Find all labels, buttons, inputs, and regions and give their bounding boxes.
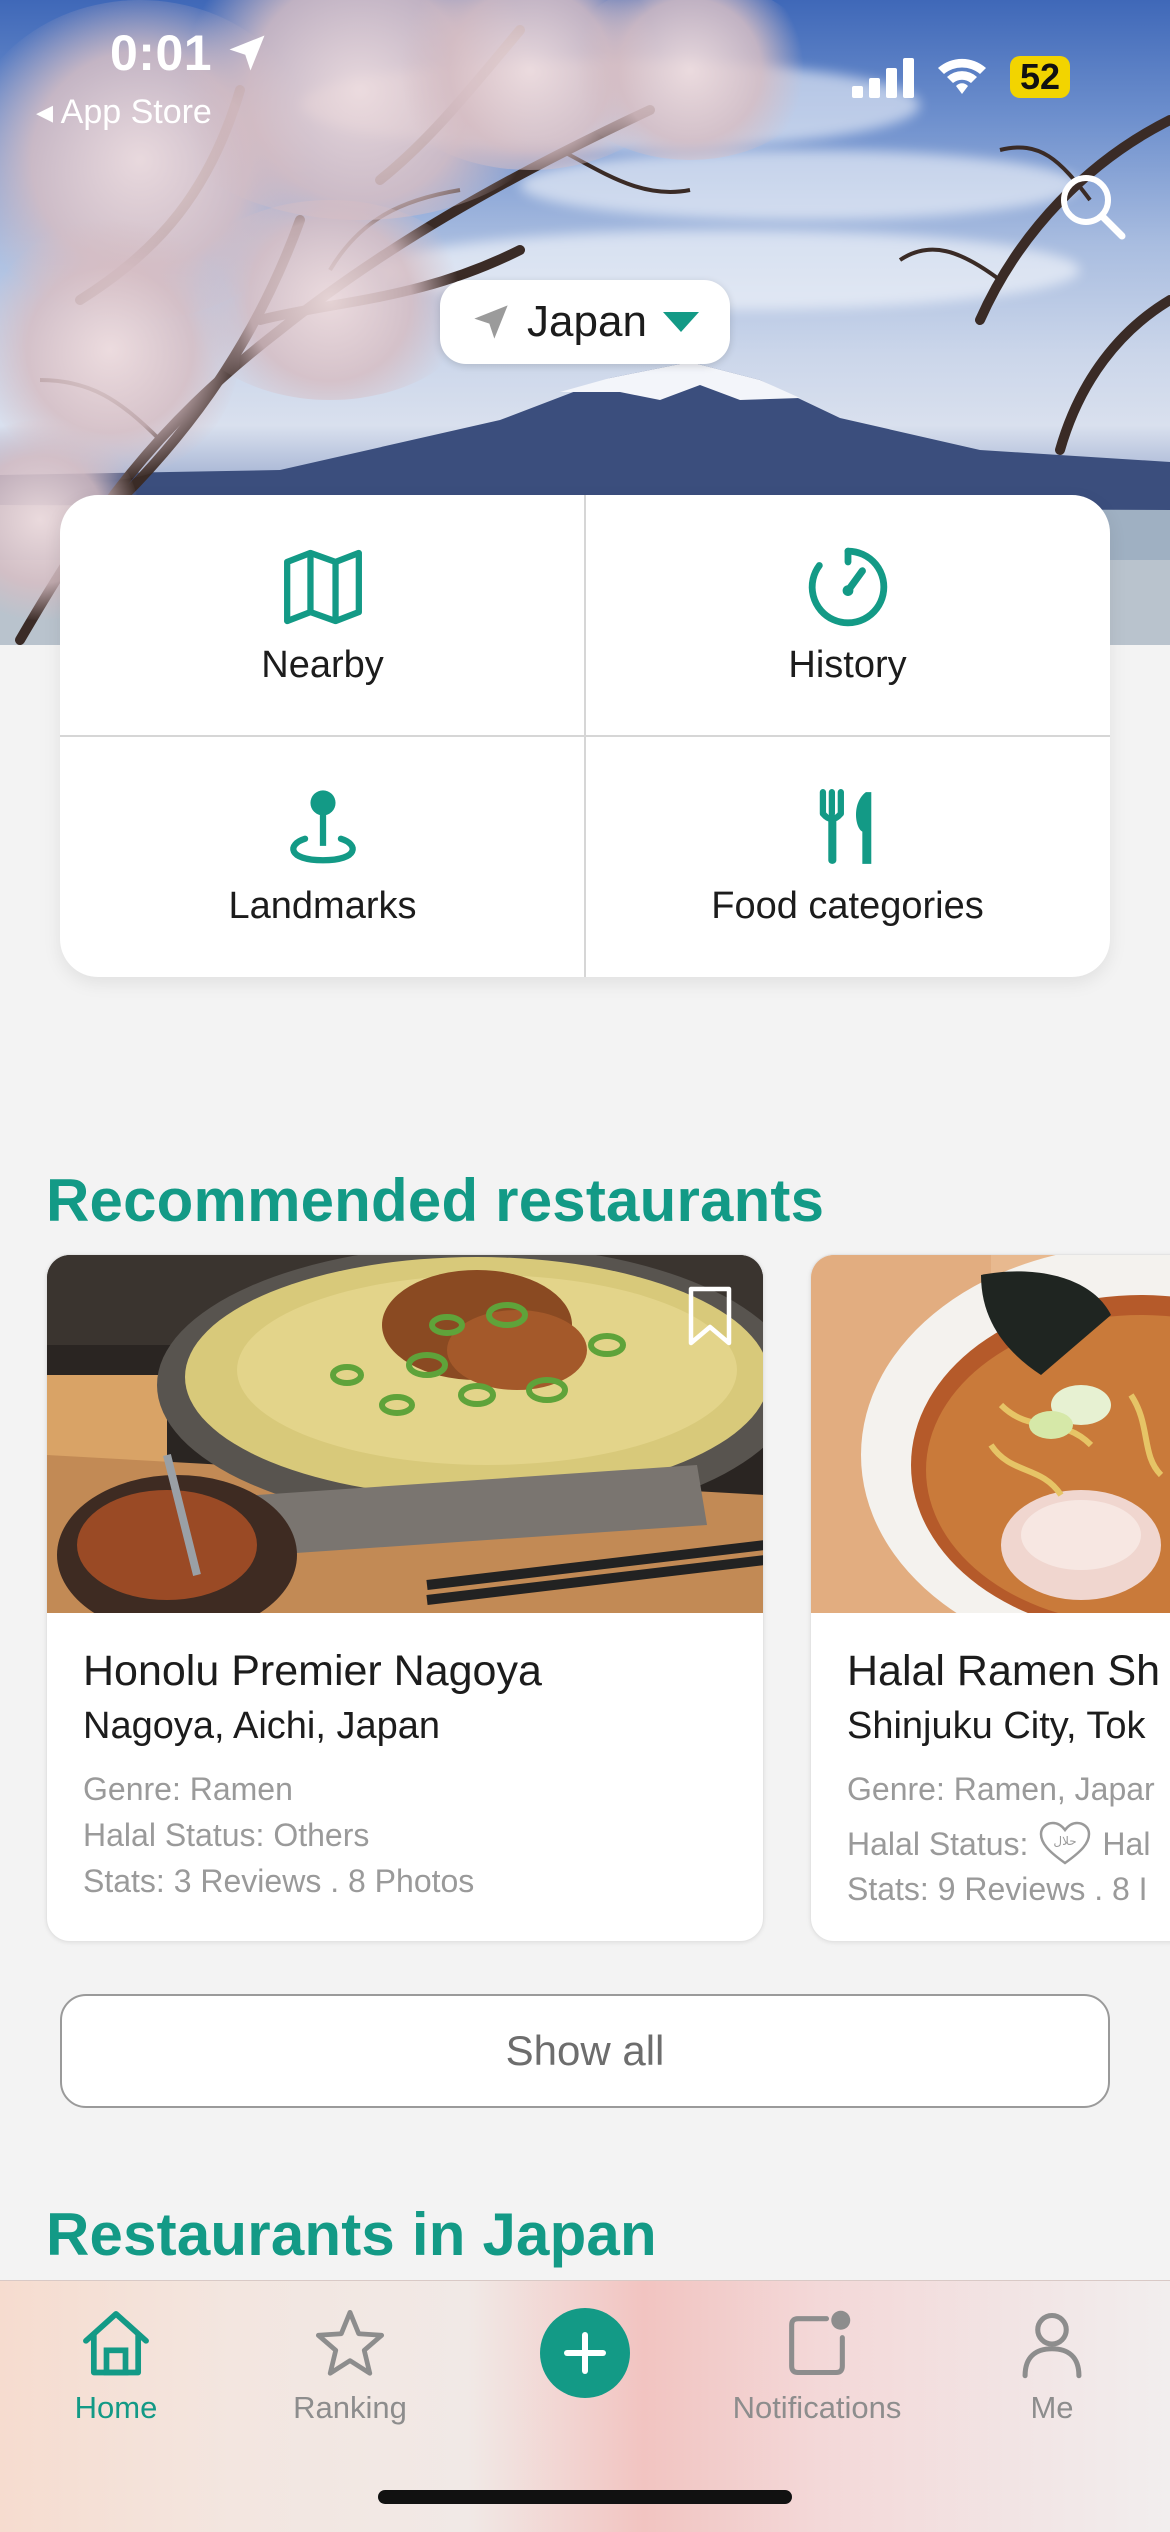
recommended-section-title: Recommended restaurants	[46, 1167, 825, 1234]
navigation-arrow-icon	[474, 305, 508, 339]
home-indicator	[378, 2490, 792, 2504]
country-selector[interactable]: Japan	[440, 280, 730, 364]
country-name: Japan	[527, 297, 647, 346]
profile-icon	[1022, 2312, 1082, 2379]
svg-text:حلال: حلال	[1054, 1834, 1077, 1848]
landmarks-button[interactable]: Landmarks	[60, 736, 585, 977]
status-bar: 0:01 ◂ App Store 52	[0, 0, 1170, 140]
cellular-signal-icon	[852, 58, 914, 98]
restaurant-name: Honolu Premier Nagoya	[83, 1647, 542, 1695]
halal-heart-icon: حلال	[1040, 1821, 1091, 1865]
grid-divider-horizontal	[60, 735, 1110, 737]
tab-home-label: Home	[74, 2390, 158, 2425]
star-icon	[315, 2309, 385, 2376]
wifi-icon	[938, 58, 986, 94]
restaurant-halal-status: Halal Status: Others	[83, 1817, 370, 1853]
show-all-button[interactable]: Show all	[60, 1994, 1110, 2108]
restaurant-name: Halal Ramen Sh	[847, 1647, 1161, 1695]
restaurant-photo	[811, 1255, 1170, 1613]
restaurant-card[interactable]: Halal Ramen Sh Shinjuku City, Tok Genre:…	[810, 1254, 1170, 1942]
restaurant-genre: Genre: Ramen	[83, 1771, 293, 1807]
tab-notifications[interactable]: Notifications	[717, 2306, 917, 2446]
restaurant-stats: Stats: 3 Reviews . 8 Photos	[83, 1863, 475, 1899]
tab-ranking-label: Ranking	[293, 2390, 407, 2425]
app-screen: 0:01 ◂ App Store 52 Japan Nearby History…	[0, 0, 1170, 2532]
search-icon[interactable]	[1056, 170, 1128, 242]
tab-me[interactable]: Me	[952, 2306, 1152, 2446]
history-icon	[808, 547, 887, 627]
tab-home[interactable]: Home	[16, 2306, 216, 2446]
restaurant-genre: Genre: Ramen, Japar	[847, 1771, 1155, 1807]
chevron-down-icon	[662, 312, 699, 332]
restaurant-location: Shinjuku City, Tok	[847, 1705, 1146, 1747]
landmark-pin-icon	[289, 790, 356, 864]
location-arrow-icon	[229, 35, 265, 71]
landmarks-label: Landmarks	[228, 885, 417, 927]
status-time: 0:01	[110, 25, 213, 81]
restaurant-photo	[47, 1255, 763, 1613]
bookmark-icon[interactable]	[687, 1285, 733, 1347]
tab-me-label: Me	[1030, 2390, 1074, 2425]
restaurant-halal-status: Halal Status: حلال Hal	[847, 1821, 1150, 1867]
battery-indicator: 52	[1010, 56, 1070, 98]
food-categories-button[interactable]: Food categories	[585, 736, 1110, 977]
food-categories-label: Food categories	[711, 885, 984, 927]
back-to-app-store-link[interactable]: ◂ App Store	[36, 92, 212, 132]
history-button[interactable]: History	[585, 495, 1110, 736]
notification-bell-icon	[789, 2310, 851, 2376]
fork-knife-icon	[819, 789, 871, 864]
restaurant-location: Nagoya, Aichi, Japan	[83, 1705, 441, 1747]
restaurant-card[interactable]: Honolu Premier Nagoya Nagoya, Aichi, Jap…	[46, 1254, 764, 1942]
nearby-button[interactable]: Nearby	[60, 495, 585, 736]
add-button[interactable]	[540, 2308, 630, 2398]
nearby-label: Nearby	[261, 644, 384, 686]
history-label: History	[788, 644, 907, 686]
restaurant-stats: Stats: 9 Reviews . 8 I	[847, 1871, 1148, 1907]
home-icon	[83, 2311, 149, 2376]
halal-status-value: Hal	[1102, 1825, 1151, 1862]
plus-icon	[564, 2332, 606, 2374]
restaurants-in-country-title: Restaurants in Japan	[46, 2201, 657, 2268]
quick-links-grid: Nearby History Landmarks Food categories	[60, 495, 1110, 977]
tab-notifications-label: Notifications	[732, 2390, 902, 2425]
tab-ranking[interactable]: Ranking	[250, 2306, 450, 2446]
halal-status-label: Halal Status:	[847, 1825, 1029, 1862]
map-icon	[283, 549, 362, 625]
